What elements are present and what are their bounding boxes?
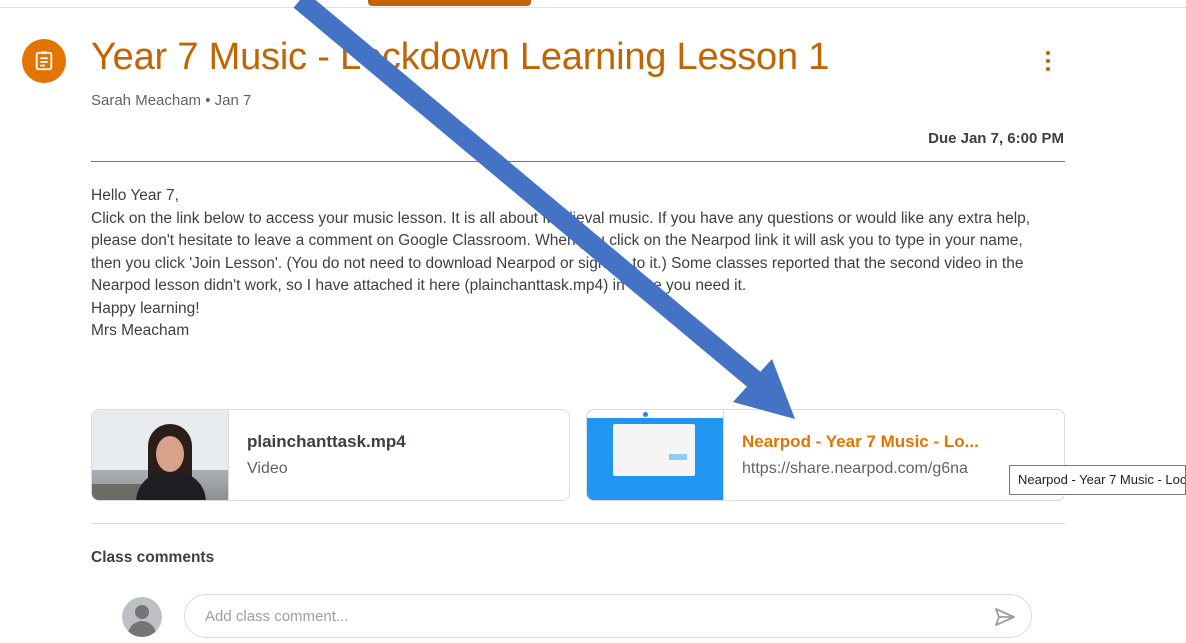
body-line: Happy learning! bbox=[91, 299, 200, 317]
post-date: Jan 7 bbox=[214, 92, 252, 109]
link-thumbnail bbox=[587, 410, 724, 500]
class-comments-heading: Class comments bbox=[91, 549, 215, 566]
attachment-type: Video bbox=[247, 460, 288, 477]
meta-separator: • bbox=[205, 92, 211, 109]
header-divider bbox=[91, 161, 1065, 162]
person-icon bbox=[122, 597, 162, 637]
comment-input[interactable] bbox=[205, 595, 965, 637]
page-title: Year 7 Music - Lockdown Learning Lesson … bbox=[91, 36, 830, 78]
attachment-video[interactable]: plainchanttask.mp4 Video bbox=[91, 409, 570, 501]
comment-input-box[interactable] bbox=[184, 594, 1032, 638]
attachment-link[interactable]: Nearpod - Year 7 Music - Lo... https://s… bbox=[586, 409, 1065, 501]
send-icon[interactable] bbox=[993, 605, 1017, 629]
attachment-title: plainchanttask.mp4 bbox=[247, 432, 406, 451]
body-line: Click on the link below to access your m… bbox=[91, 209, 1031, 295]
top-border bbox=[0, 0, 1186, 8]
active-tab-indicator bbox=[368, 0, 531, 6]
assignment-icon bbox=[22, 39, 66, 83]
more-vert-icon[interactable] bbox=[1036, 46, 1060, 76]
comments-divider bbox=[91, 523, 1065, 524]
video-thumbnail bbox=[92, 410, 229, 500]
clipboard-icon bbox=[35, 51, 53, 71]
attachment-title: Nearpod - Year 7 Music - Lo... bbox=[742, 432, 979, 451]
body-line: Hello Year 7, bbox=[91, 187, 179, 204]
attachment-url: https://share.nearpod.com/g6na bbox=[742, 460, 968, 477]
post-meta: Sarah Meacham • Jan 7 bbox=[91, 92, 251, 109]
assignment-instructions: Hello Year 7, Click on the link below to… bbox=[91, 185, 1051, 343]
body-line: Mrs Meacham bbox=[91, 322, 190, 339]
author-name: Sarah Meacham bbox=[91, 92, 202, 109]
link-tooltip: Nearpod - Year 7 Music - Lockdown Learni… bbox=[1009, 465, 1186, 495]
due-date: Due Jan 7, 6:00 PM bbox=[928, 130, 1064, 147]
